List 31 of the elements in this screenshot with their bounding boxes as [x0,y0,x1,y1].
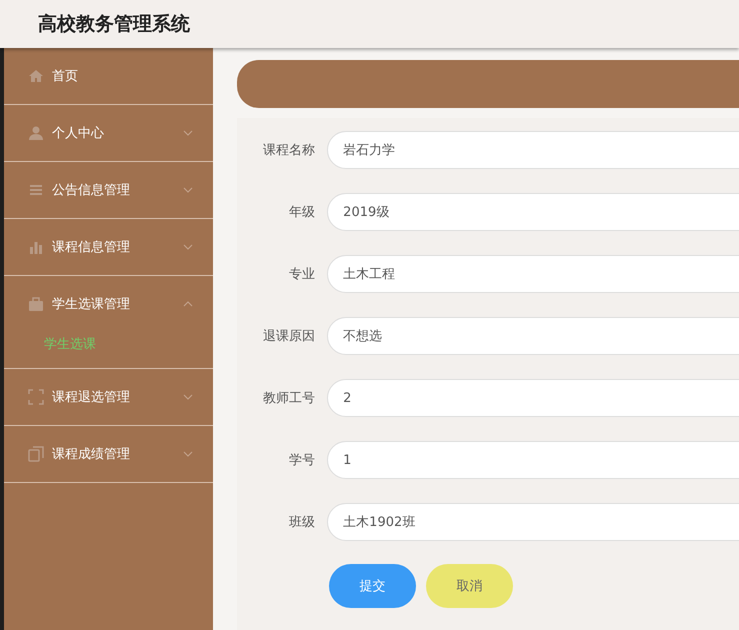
sidebar-item[interactable]: 课程信息管理 [4,219,213,276]
user-icon [28,125,44,141]
field-label: 课程名称 [262,142,316,159]
sidebar-item[interactable]: 课程成绩管理 [4,426,213,483]
submit-button[interactable]: 提交 [329,564,416,608]
field-label: 教师工号 [262,390,316,407]
app-title: 高校教务管理系统 [38,12,190,37]
field-label: 年级 [288,204,316,221]
input-field[interactable]: 2 [327,379,739,417]
input-field[interactable]: 岩石力学 [327,131,739,169]
input-field[interactable]: 2019级 [327,193,739,231]
sidebar-item[interactable]: 个人中心 [4,105,213,162]
frame-icon [28,389,44,405]
input-field[interactable]: 不想选 [327,317,739,355]
copy-icon [28,446,44,462]
briefcase-icon [28,296,44,312]
input-field[interactable]: 土木工程 [327,255,739,293]
input-field[interactable]: 土木1902班 [327,503,739,541]
field-label: 退课原因 [262,328,316,345]
list-icon [28,182,44,198]
cancel-button[interactable]: 取消 [426,564,513,608]
field-label: 班级 [288,514,316,531]
field-label: 专业 [288,266,316,283]
home-icon [28,68,44,84]
input-field[interactable]: 1 [327,441,739,479]
field-label: 学号 [288,452,316,469]
submenu-item[interactable]: 学生选课 [4,320,213,369]
sidebar-item[interactable]: 课程退选管理 [4,369,213,426]
sidebar-item[interactable]: 首页 [4,48,213,105]
bar-chart-icon [28,239,44,255]
sidebar-item[interactable]: 公告信息管理 [4,162,213,219]
